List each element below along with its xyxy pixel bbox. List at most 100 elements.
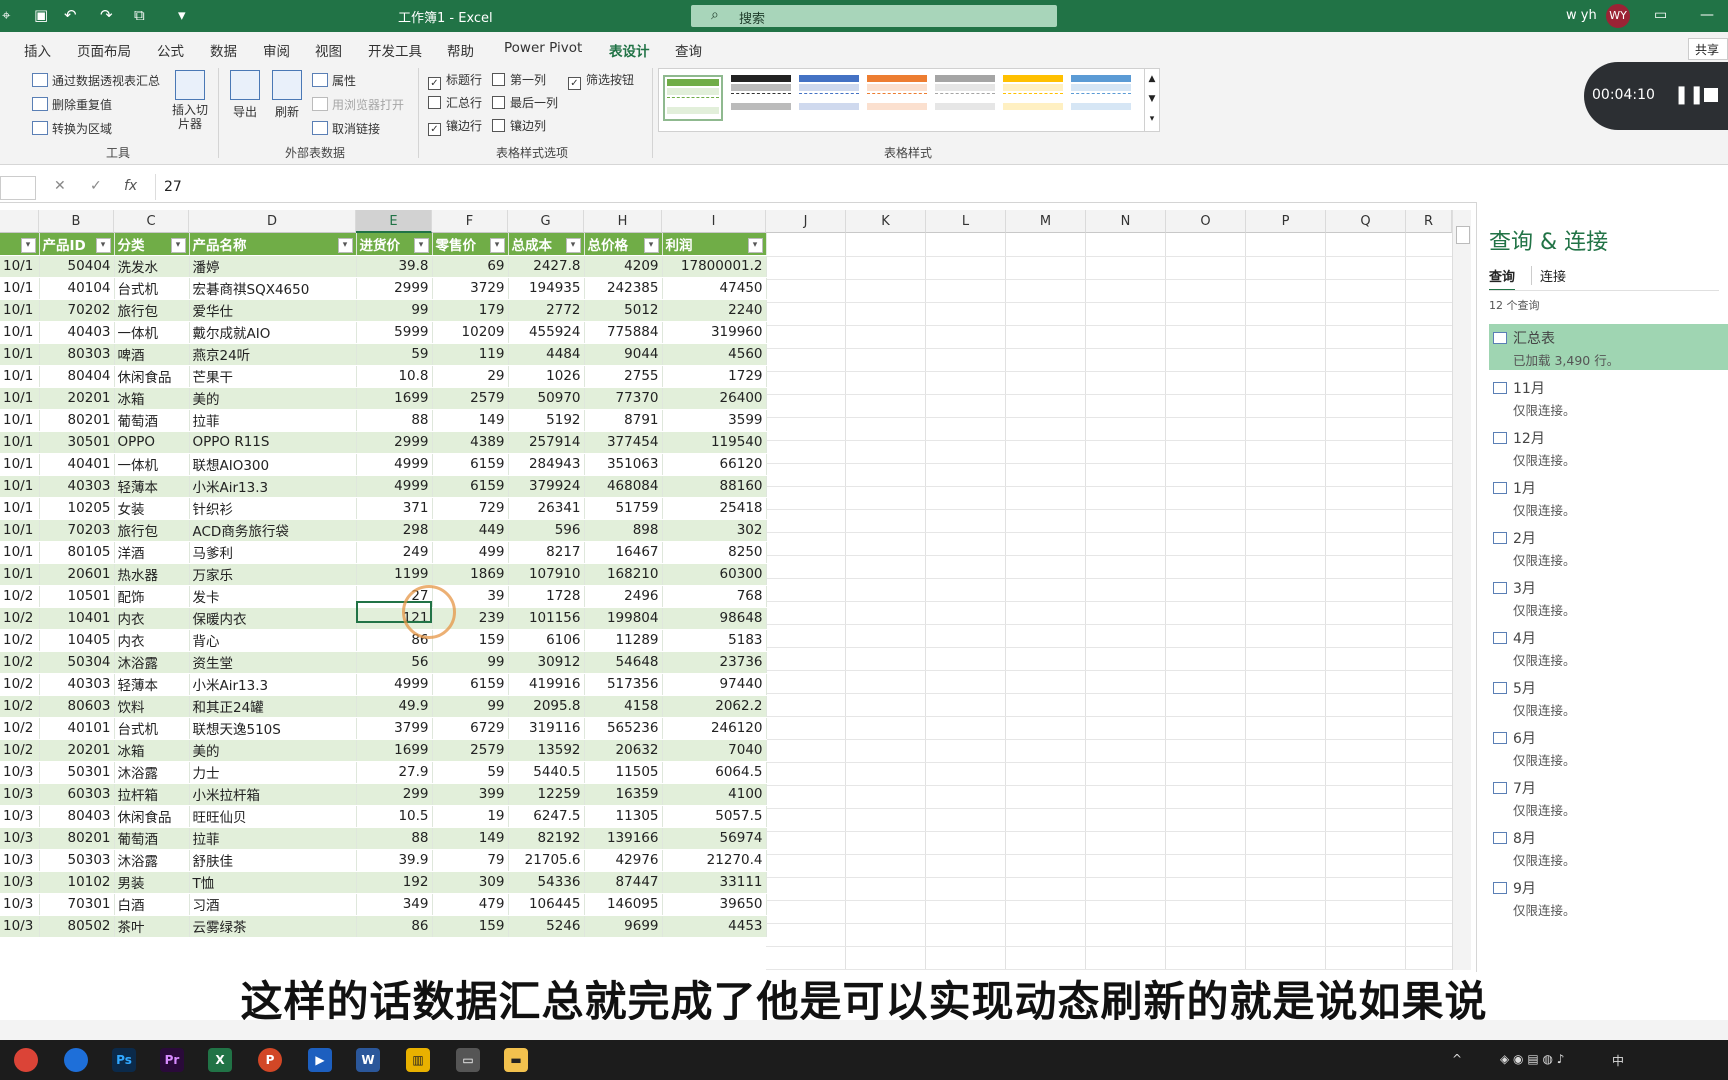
table-cell[interactable]: 拉菲 bbox=[189, 409, 357, 432]
table-cell[interactable]: 5012 bbox=[584, 299, 663, 322]
table-cell[interactable]: 99 bbox=[356, 299, 433, 322]
table-cell[interactable]: 729 bbox=[432, 497, 509, 520]
column-header-a[interactable] bbox=[0, 210, 39, 233]
table-cell[interactable]: 小米Air13.3 bbox=[189, 475, 357, 498]
table-row[interactable]: 10/3 50301 沐浴露 力士 27.9 59 5440.5 11505 6064.5 bbox=[0, 761, 767, 784]
table-row[interactable]: 10/2 40101 台式机 联想天逸510S 3799 6729 319116 565236… bbox=[0, 717, 767, 740]
table-cell[interactable]: 洗发水 bbox=[114, 255, 190, 278]
filter-dropdown-icon[interactable]: ▾ bbox=[565, 237, 581, 253]
table-cell[interactable]: 10/1 bbox=[0, 343, 40, 366]
table-cell[interactable]: 257914 bbox=[508, 431, 585, 454]
table-cell[interactable]: 10/3 bbox=[0, 849, 40, 872]
table-cell[interactable]: 3729 bbox=[432, 277, 509, 300]
table-cell[interactable]: 背心 bbox=[189, 629, 357, 652]
table-cell[interactable]: 25418 bbox=[662, 497, 767, 520]
table-cell[interactable]: 6247.5 bbox=[508, 805, 585, 828]
table-cell[interactable]: 60300 bbox=[662, 563, 767, 586]
table-cell[interactable]: 热水器 bbox=[114, 563, 190, 586]
table-cell[interactable]: 沐浴露 bbox=[114, 849, 190, 872]
table-cell[interactable]: 10205 bbox=[39, 497, 115, 520]
first-column-checkbox[interactable]: 第一列 bbox=[492, 71, 546, 88]
header-cell[interactable]: 总成本 ▾ bbox=[508, 233, 585, 256]
table-cell[interactable]: 10/1 bbox=[0, 519, 40, 542]
table-cell[interactable]: 7040 bbox=[662, 739, 767, 762]
table-cell[interactable]: 82192 bbox=[508, 827, 585, 850]
column-header-o[interactable]: O bbox=[1166, 210, 1246, 233]
column-header-p[interactable]: P bbox=[1246, 210, 1326, 233]
share-button[interactable]: 共享 bbox=[1688, 38, 1728, 60]
table-cell[interactable]: 88 bbox=[356, 827, 433, 850]
table-row[interactable]: 10/2 40303 轻薄本 小米Air13.3 4999 6159 419916 51735… bbox=[0, 673, 767, 696]
table-cell[interactable]: 冰箱 bbox=[114, 739, 190, 762]
minimize-icon[interactable]: — bbox=[1700, 7, 1714, 23]
chevron-down-icon[interactable]: ▼ bbox=[1145, 89, 1159, 109]
powerpoint-icon[interactable]: P bbox=[258, 1048, 282, 1072]
photoshop-icon[interactable]: Ps bbox=[112, 1048, 136, 1072]
table-cell[interactable]: 2095.8 bbox=[508, 695, 585, 718]
convert-range-button[interactable]: 转换为区域 bbox=[32, 120, 112, 137]
table-cell[interactable]: 54336 bbox=[508, 871, 585, 894]
table-cell[interactable]: 10405 bbox=[39, 629, 115, 652]
column-header-n[interactable]: N bbox=[1086, 210, 1166, 233]
table-cell[interactable]: 70202 bbox=[39, 299, 115, 322]
table-style-orange[interactable] bbox=[867, 75, 927, 121]
name-box[interactable] bbox=[0, 176, 36, 200]
tab-page-layout[interactable]: 页面布局 bbox=[77, 40, 131, 60]
table-cell[interactable]: 4484 bbox=[508, 343, 585, 366]
table-cell[interactable]: 50303 bbox=[39, 849, 115, 872]
table-cell[interactable]: 联想天逸510S bbox=[189, 717, 357, 740]
table-cell[interactable]: 20201 bbox=[39, 387, 115, 410]
table-cell[interactable]: 配饰 bbox=[114, 585, 190, 608]
table-cell[interactable]: 旅行包 bbox=[114, 519, 190, 542]
refresh-button[interactable]: 刷新 bbox=[270, 70, 304, 120]
table-cell[interactable]: 8250 bbox=[662, 541, 767, 564]
table-cell[interactable]: 39.8 bbox=[356, 255, 433, 278]
table-cell[interactable]: 10/3 bbox=[0, 893, 40, 916]
table-cell[interactable]: 10/2 bbox=[0, 717, 40, 740]
column-header-m[interactable]: M bbox=[1006, 210, 1086, 233]
column-header-i[interactable]: I bbox=[662, 210, 766, 233]
table-cell[interactable]: 舒肤佳 bbox=[189, 849, 357, 872]
table-cell[interactable]: 2755 bbox=[584, 365, 663, 388]
table-cell[interactable]: 302 bbox=[662, 519, 767, 542]
table-cell[interactable]: 10/2 bbox=[0, 629, 40, 652]
table-cell[interactable]: 455924 bbox=[508, 321, 585, 344]
table-row[interactable]: 10/3 80403 休闲食品 旺旺仙贝 10.5 19 6247.5 11305 5057.5 bbox=[0, 805, 767, 828]
unlink-button[interactable]: 取消链接 bbox=[312, 120, 380, 137]
table-cell[interactable]: 80303 bbox=[39, 343, 115, 366]
folder-icon[interactable]: ▬ bbox=[504, 1048, 528, 1072]
table-cell[interactable]: 42976 bbox=[584, 849, 663, 872]
export-button[interactable]: 导出 bbox=[228, 70, 262, 120]
table-row[interactable]: 10/1 40303 轻薄本 小米Air13.3 4999 6159 379924 46808… bbox=[0, 475, 767, 498]
table-cell[interactable]: 潘婷 bbox=[189, 255, 357, 278]
filter-dropdown-icon[interactable]: ▾ bbox=[747, 237, 763, 253]
table-cell[interactable]: 159 bbox=[432, 915, 509, 938]
query-item[interactable]: 9月 仅限连接。 bbox=[1489, 874, 1728, 920]
table-cell[interactable]: 10/2 bbox=[0, 695, 40, 718]
table-cell[interactable]: 16359 bbox=[584, 783, 663, 806]
table-cell[interactable]: 内衣 bbox=[114, 607, 190, 630]
table-cell[interactable]: 419916 bbox=[508, 673, 585, 696]
table-cell[interactable]: 10/1 bbox=[0, 321, 40, 344]
table-cell[interactable]: 2772 bbox=[508, 299, 585, 322]
table-cell[interactable]: 拉菲 bbox=[189, 827, 357, 850]
query-item[interactable]: 1月 仅限连接。 bbox=[1489, 474, 1728, 520]
table-cell[interactable]: 97440 bbox=[662, 673, 767, 696]
terminal-icon[interactable]: ▭ bbox=[456, 1048, 480, 1072]
table-row[interactable]: 10/3 80502 茶叶 云雾绿茶 86 159 5246 9699 4453 bbox=[0, 915, 767, 938]
table-cell[interactable]: 16467 bbox=[584, 541, 663, 564]
column-header-c[interactable]: C bbox=[114, 210, 189, 233]
table-cell[interactable]: 4158 bbox=[584, 695, 663, 718]
save-icon[interactable]: ▣ bbox=[34, 6, 48, 24]
table-cell[interactable]: 51759 bbox=[584, 497, 663, 520]
table-cell[interactable]: 10/1 bbox=[0, 299, 40, 322]
table-cell[interactable]: 10/3 bbox=[0, 761, 40, 784]
table-cell[interactable]: 88160 bbox=[662, 475, 767, 498]
table-cell[interactable]: 88 bbox=[356, 409, 433, 432]
table-cell[interactable]: 298 bbox=[356, 519, 433, 542]
table-cell[interactable]: 11289 bbox=[584, 629, 663, 652]
filter-dropdown-icon[interactable]: ▾ bbox=[170, 237, 186, 253]
table-cell[interactable]: 40104 bbox=[39, 277, 115, 300]
more-icon[interactable]: ▾ bbox=[1145, 109, 1159, 129]
table-cell[interactable]: 5246 bbox=[508, 915, 585, 938]
